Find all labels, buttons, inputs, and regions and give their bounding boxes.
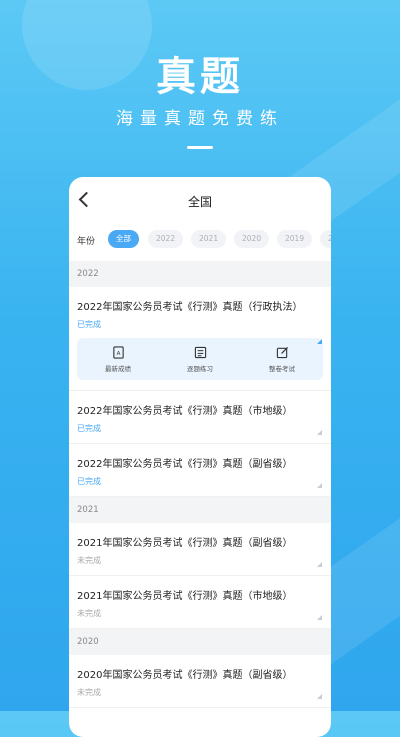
exam-title: 2022年国家公务员考试《行测》真题（市地级） — [77, 406, 293, 417]
corner-triangle-icon — [317, 615, 322, 620]
exam-list-item[interactable]: 2021年国家公务员考试《行测》真题（市地级） 未完成 — [69, 576, 331, 629]
edit-icon — [276, 346, 288, 358]
year-chip-2019[interactable]: 2019 — [277, 230, 313, 248]
corner-triangle-icon — [317, 339, 322, 344]
per-question-practice-button[interactable]: 逐题练习 — [170, 346, 230, 373]
phone-card: 全国 年份 全部 2022 2021 2020 2019 2 2022 2022… — [69, 177, 331, 737]
exam-status: 未完成 — [77, 556, 101, 565]
exam-actions: A 最新成绩 逐题练习 整卷考试 — [77, 338, 323, 380]
year-chip-2020[interactable]: 2020 — [234, 230, 270, 248]
nav-title: 全国 — [187, 195, 212, 209]
corner-triangle-icon — [317, 430, 322, 435]
full-exam-button[interactable]: 整卷考试 — [252, 346, 312, 373]
year-filter-label: 年份 — [77, 237, 96, 247]
nav-bar: 全国 — [69, 177, 331, 223]
latest-score-button[interactable]: A 最新成绩 — [88, 345, 148, 373]
section-header-2022: 2022 — [69, 261, 331, 287]
exam-list-item[interactable]: 2020年国家公务员考试《行测》真题（副省级） 未完成 — [69, 655, 331, 708]
corner-triangle-icon — [317, 562, 322, 567]
exam-status: 已完成 — [77, 320, 101, 329]
exam-status: 已完成 — [77, 424, 101, 433]
year-chip-all[interactable]: 全部 — [108, 230, 139, 248]
section-header-2020: 2020 — [69, 629, 331, 655]
hero-divider — [187, 146, 213, 149]
exam-list-item[interactable]: 2022年国家公务员考试《行测》真题（行政执法） 已完成 A 最新成绩 逐题练习… — [69, 287, 331, 391]
exam-list-item[interactable]: 2022年国家公务员考试《行测》真题（市地级） 已完成 — [69, 391, 331, 444]
exam-status: 已完成 — [77, 477, 101, 486]
full-exam-label: 整卷考试 — [269, 364, 295, 373]
corner-triangle-icon — [317, 694, 322, 699]
year-filter: 年份 全部 2022 2021 2020 2019 2 — [69, 223, 331, 261]
latest-score-label: 最新成绩 — [105, 364, 131, 373]
section-header-2021: 2021 — [69, 497, 331, 523]
exam-title: 2022年国家公务员考试《行测》真题（副省级） — [77, 459, 293, 470]
exam-title: 2021年国家公务员考试《行测》真题（市地级） — [77, 591, 293, 602]
year-chip-2022[interactable]: 2022 — [148, 230, 184, 248]
exam-title: 2022年国家公务员考试《行测》真题（行政执法） — [77, 302, 303, 313]
exam-status: 未完成 — [77, 688, 101, 697]
svg-text:A: A — [116, 350, 120, 356]
hero-title: 真题 — [156, 54, 244, 100]
per-question-practice-label: 逐题练习 — [187, 364, 213, 373]
year-chip-partial[interactable]: 2 — [320, 230, 331, 248]
year-chip-2021[interactable]: 2021 — [191, 230, 227, 248]
exam-title: 2021年国家公务员考试《行测》真题（副省级） — [77, 538, 293, 549]
corner-triangle-icon — [317, 483, 322, 488]
document-a-icon: A — [112, 345, 124, 359]
exam-status: 未完成 — [77, 609, 101, 618]
exam-list-item[interactable]: 2022年国家公务员考试《行测》真题（副省级） 已完成 — [69, 444, 331, 497]
exam-title: 2020年国家公务员考试《行测》真题（副省级） — [77, 670, 293, 681]
hero-subtitle: 海量真题免费练 — [116, 109, 284, 129]
checklist-icon — [194, 346, 206, 358]
exam-list-item[interactable]: 2021年国家公务员考试《行测》真题（副省级） 未完成 — [69, 523, 331, 576]
